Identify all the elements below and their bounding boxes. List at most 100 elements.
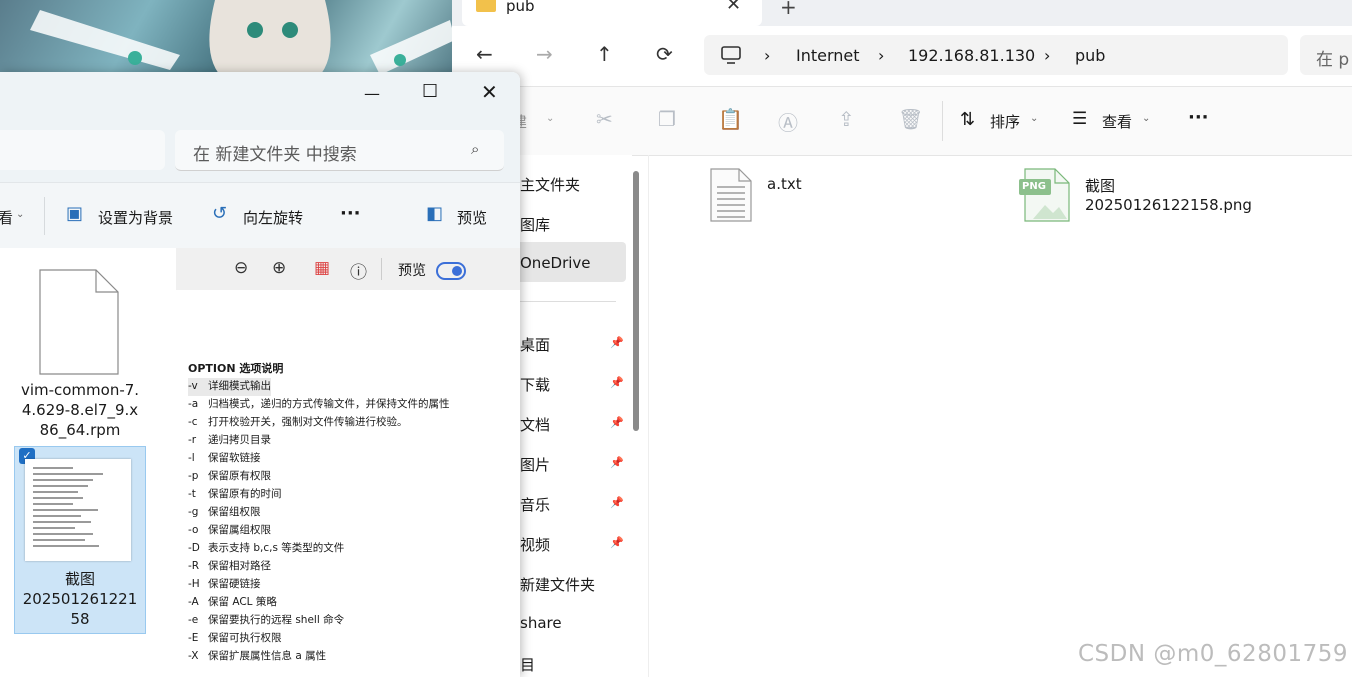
option-row: -X 保留扩展属性信息 a 属性	[188, 648, 326, 666]
option-flag: -A	[188, 596, 199, 608]
option-flag: -g	[188, 506, 199, 518]
option-description: 表示支持 b,c,s 等类型的文件	[208, 542, 345, 554]
file-list: a.txt PNG 截图20250126122158.png	[648, 155, 1352, 677]
new-tab-button[interactable]: +	[780, 0, 797, 19]
option-flag: -R	[188, 560, 200, 572]
view-icon: ☰	[1072, 109, 1088, 129]
more-button[interactable]: ···	[1188, 107, 1209, 128]
preview-toolbar: ⊖ ⊕ ▦ ⓘ 预览	[176, 248, 520, 291]
file-item-a-txt[interactable]: a.txt	[709, 167, 802, 223]
search-input[interactable]: 在 p	[1300, 35, 1352, 75]
back-icon[interactable]: ←	[476, 42, 493, 66]
preview-toggle[interactable]	[436, 262, 466, 280]
zoom-in-icon[interactable]: ⊕	[272, 258, 286, 278]
breadcrumb-chevron-icon: ›	[764, 46, 771, 65]
rotate-left-icon: ↺	[212, 203, 228, 224]
option-row: -H 保留硬链接	[188, 576, 261, 594]
option-description: 保留组权限	[208, 506, 261, 518]
option-row: -c 打开校验开关，强制对文件传输进行校验。	[188, 414, 408, 432]
cut-icon[interactable]: ✂	[596, 107, 613, 131]
option-row: -a 归档模式，递归的方式传输文件，并保持文件的属性	[188, 396, 450, 414]
search-icon: ⌕	[471, 140, 480, 158]
minimize-icon[interactable]: —	[364, 84, 380, 103]
doc-heading: OPTION 选项说明	[188, 362, 284, 375]
option-description: 归档模式，递归的方式传输文件，并保持文件的属性	[208, 398, 450, 410]
preview-toggle-label: 预览	[398, 263, 426, 279]
option-row: -l 保留软链接	[188, 450, 261, 468]
breadcrumb-chevron-icon: ›	[1044, 46, 1051, 65]
up-icon[interactable]: ↑	[596, 42, 613, 66]
close-icon[interactable]: ✕	[481, 80, 498, 104]
watermark: CSDN @m0_62801759	[1078, 641, 1348, 667]
option-row: -e 保留要执行的远程 shell 命令	[188, 612, 344, 630]
option-flag: -E	[188, 632, 199, 644]
view-button[interactable]: 查看	[1102, 111, 1132, 132]
help-icon[interactable]: ⓘ	[350, 258, 367, 283]
forward-icon[interactable]: →	[536, 42, 553, 66]
breadcrumb-chevron-icon: ›	[878, 46, 885, 65]
file-name-line: 202501261221	[22, 590, 138, 608]
breadcrumb-internet[interactable]: Internet	[796, 46, 860, 65]
address-field[interactable]	[0, 130, 165, 170]
nav-divider	[516, 301, 616, 302]
file-item-screenshot[interactable]: ✓ 截图 202501261221 58	[14, 446, 146, 634]
nav-scrollbar[interactable]	[633, 171, 639, 431]
close-tab-icon[interactable]: ✕	[726, 0, 741, 15]
breadcrumb-pub[interactable]: pub	[1075, 46, 1105, 65]
chevron-down-icon: ⌄	[16, 209, 25, 220]
option-row: -D 表示支持 b,c,s 等类型的文件	[188, 540, 344, 558]
share-icon[interactable]: ⇪	[838, 107, 855, 131]
option-flag: -v	[188, 380, 198, 392]
set-background-button[interactable]: 设置为背景	[98, 207, 173, 228]
option-description: 打开校验开关，强制对文件传输进行校验。	[208, 416, 408, 428]
tab-bar: pub ✕ +	[452, 0, 1352, 26]
option-description: 递归拷贝目录	[208, 434, 271, 446]
file-item-rpm[interactable]: vim-common-7. 4.629-8.el7_9.x 86_64.rpm	[10, 266, 150, 439]
option-description: 保留要执行的远程 shell 命令	[208, 614, 345, 626]
image-thumbnail	[25, 459, 131, 561]
delete-icon[interactable]: 🗑	[898, 107, 923, 131]
maximize-icon[interactable]: ☐	[422, 81, 438, 102]
option-flag: -H	[188, 578, 200, 590]
breadcrumb-host[interactable]: 192.168.81.130	[908, 46, 1035, 65]
zoom-out-icon[interactable]: ⊖	[234, 258, 248, 278]
option-description: 保留可执行权限	[208, 632, 282, 644]
option-description: 保留 ACL 策略	[208, 596, 277, 608]
copy-icon[interactable]: ❐	[658, 107, 676, 131]
preview-button[interactable]: 预览	[457, 207, 487, 228]
set-background-icon: ▣	[66, 203, 84, 224]
address-bar[interactable]: › Internet › 192.168.81.130 › pub	[704, 35, 1288, 75]
file-name: a.txt	[767, 175, 802, 193]
option-flag: -c	[188, 416, 198, 428]
divider	[942, 101, 943, 141]
generic-file-icon	[39, 269, 119, 375]
png-badge: PNG	[1022, 181, 1046, 192]
option-flag: -o	[188, 524, 199, 536]
document-preview: OPTION 选项说明 -v 详细模式输出 -a 归档模式，递归的方式传输文件，并保持…	[176, 290, 520, 677]
option-description: 保留属组权限	[208, 524, 271, 536]
option-flag: -l	[188, 452, 195, 464]
option-flag: -D	[188, 542, 200, 554]
more-button[interactable]: ···	[340, 203, 361, 224]
option-description: 详细模式输出	[208, 380, 271, 392]
option-row: -r 递归拷贝目录	[188, 432, 271, 450]
file-name-line: 58	[70, 610, 90, 628]
sort-icon: ⇅	[960, 109, 976, 130]
search-placeholder: 在 p	[1316, 50, 1350, 70]
file-name-line: 86_64.rpm	[39, 421, 121, 439]
tab-title: pub	[506, 0, 535, 15]
rename-icon[interactable]: Ⓐ	[778, 107, 798, 136]
tab-pub[interactable]: pub ✕	[462, 0, 762, 26]
divider	[44, 197, 45, 235]
rotate-left-button[interactable]: 向左旋转	[243, 207, 303, 228]
file-item-png[interactable]: PNG 截图20250126122158.png	[1019, 167, 1252, 223]
view-button[interactable]: 看	[0, 207, 13, 228]
option-row: -o 保留属组权限	[188, 522, 271, 540]
paste-icon[interactable]: 📋	[718, 107, 743, 131]
divider	[381, 258, 382, 280]
sort-button[interactable]: 排序	[990, 111, 1020, 132]
apps-icon[interactable]: ▦	[314, 258, 330, 278]
refresh-icon[interactable]: ⟳	[656, 42, 673, 66]
file-name: 截图 202501261221 58	[15, 569, 145, 629]
search-input[interactable]: 在 新建文件夹 中搜索 ⌕	[175, 130, 504, 171]
